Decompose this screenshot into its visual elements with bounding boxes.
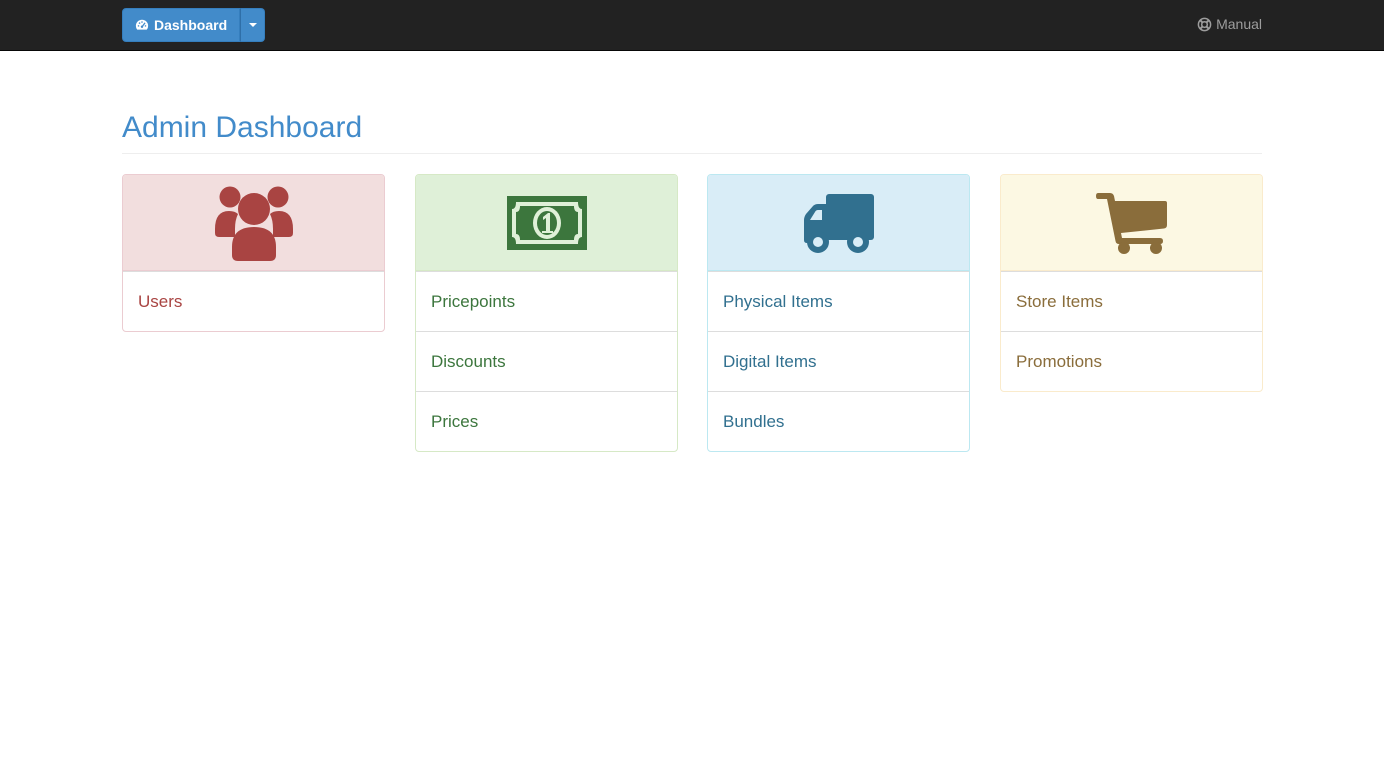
manual-link-label: Manual <box>1216 16 1262 32</box>
page-title: Admin Dashboard <box>122 111 363 144</box>
caret-down-icon <box>248 23 257 27</box>
discounts-link[interactable]: Discounts <box>416 331 677 391</box>
digital-items-link[interactable]: Digital Items <box>708 331 969 391</box>
prices-link[interactable]: Prices <box>416 391 677 451</box>
top-navbar: Dashboard Manual <box>0 0 1384 51</box>
dashboard-gauge-icon <box>135 19 149 30</box>
store-panel-header <box>1001 175 1262 271</box>
items-panel: Physical Items Digital Items Bundles <box>707 174 970 452</box>
dashboard-split-button: Dashboard <box>122 8 266 42</box>
store-panel: Store Items Promotions <box>1000 174 1263 392</box>
dashboard-button[interactable]: Dashboard <box>122 8 241 42</box>
items-panel-header <box>708 175 969 271</box>
store-items-link[interactable]: Store Items <box>1001 271 1262 331</box>
users-panel-header <box>123 175 384 271</box>
bundles-link[interactable]: Bundles <box>708 391 969 451</box>
money-bill-icon <box>506 195 587 250</box>
dashboard-button-label: Dashboard <box>154 17 228 33</box>
title-divider <box>122 153 1262 154</box>
dashboard-dropdown-toggle[interactable] <box>240 8 266 42</box>
shopping-cart-icon <box>1095 192 1167 254</box>
truck-icon <box>803 193 874 253</box>
users-panel: Users <box>122 174 385 332</box>
pricepoints-link[interactable]: Pricepoints <box>416 271 677 331</box>
users-link[interactable]: Users <box>123 271 384 331</box>
promotions-link[interactable]: Promotions <box>1001 331 1262 391</box>
manual-link[interactable]: Manual <box>1197 16 1262 32</box>
users-icon <box>214 186 293 261</box>
physical-items-link[interactable]: Physical Items <box>708 271 969 331</box>
pricing-panel: Pricepoints Discounts Prices <box>415 174 678 452</box>
lifebuoy-icon <box>1197 17 1212 31</box>
pricing-panel-header <box>416 175 677 271</box>
